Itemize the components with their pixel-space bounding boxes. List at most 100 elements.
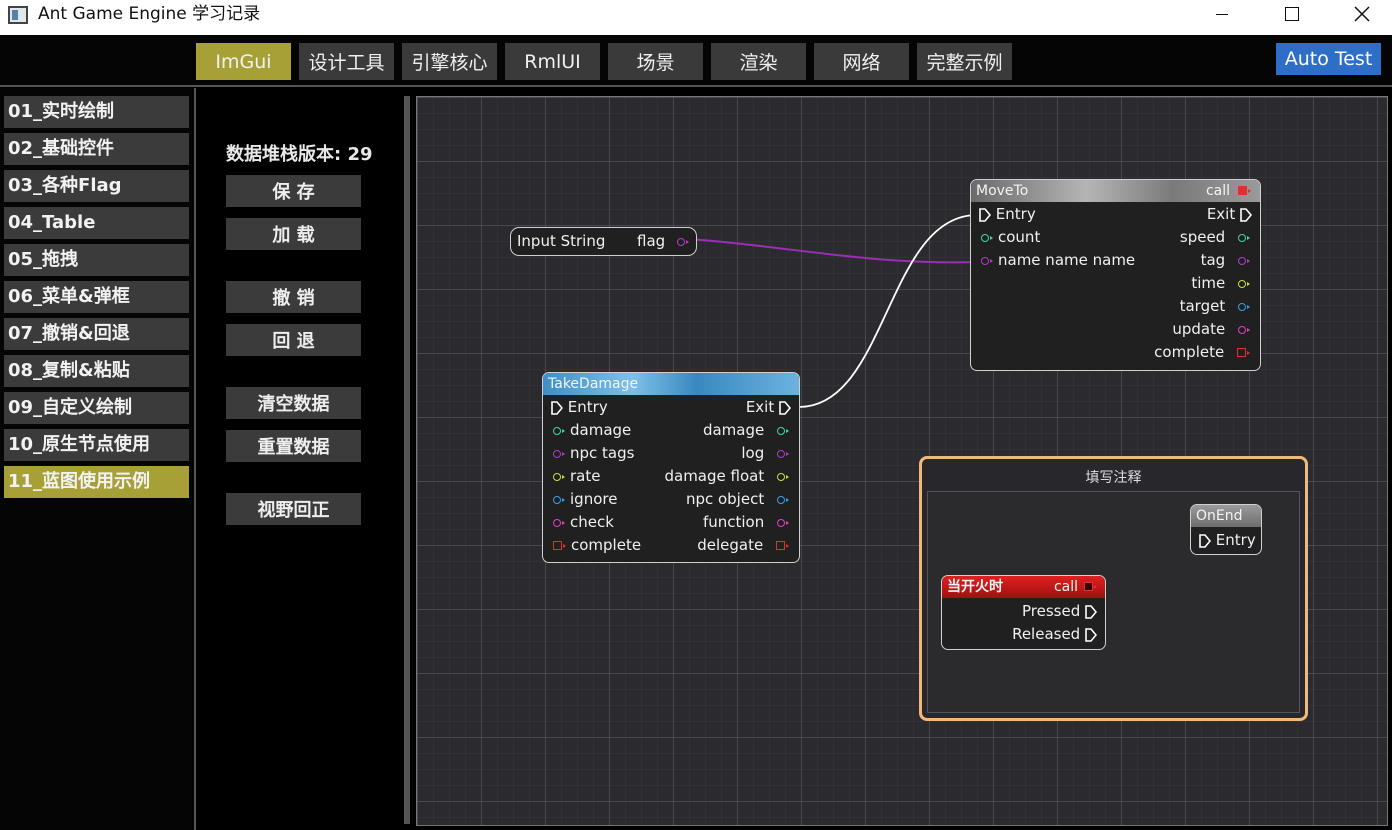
td-damage-in-pin-icon[interactable]: [553, 426, 565, 435]
sidebar-item-basic-controls[interactable]: 02_基础控件: [4, 133, 189, 165]
td-log-pin-icon[interactable]: [777, 449, 789, 458]
td-ignore-pin-icon[interactable]: [553, 495, 565, 504]
td-rate-pin-icon[interactable]: [553, 472, 565, 481]
moveto-name-label: name name name: [998, 251, 1136, 269]
close-button[interactable]: [1332, 0, 1392, 28]
save-button[interactable]: 保 存: [226, 175, 361, 207]
center-view-button[interactable]: 视野回正: [226, 493, 361, 525]
top-tab-bar: ImGui 设计工具 引擎核心 RmlUI 场景 渲染 网络 完整示例 Auto…: [0, 35, 1392, 87]
moveto-count-label: count: [998, 228, 1041, 246]
control-panel: 数据堆栈版本: 29 保 存 加 载 撤 销 回 退 清空数据 重置数据 视野回…: [198, 88, 405, 830]
moveto-tag-label: tag: [1200, 251, 1226, 269]
moveto-tag-pin-icon[interactable]: [1238, 256, 1250, 265]
sidebar-item-copy-paste[interactable]: 08_复制&粘贴: [4, 355, 189, 387]
moveto-speed-pin-icon[interactable]: [1238, 233, 1250, 242]
undo-button[interactable]: 撤 销: [226, 281, 361, 313]
flag-pin-label: flag: [637, 232, 666, 250]
load-button[interactable]: 加 载: [226, 218, 361, 250]
td-exit-row: Exit: [746, 396, 791, 418]
moveto-time-row: time: [1191, 272, 1250, 294]
window-titlebar: Ant Game Engine 学习记录: [0, 0, 1392, 35]
td-ignore-label: ignore: [570, 490, 618, 508]
sidebar-item-drag[interactable]: 05_拖拽: [4, 244, 189, 276]
td-entry-label: Entry: [567, 398, 608, 416]
reset-data-button[interactable]: 重置数据: [226, 430, 361, 462]
sidebar-item-menu-popup[interactable]: 06_菜单&弹框: [4, 281, 189, 313]
sidebar-item-flags[interactable]: 03_各种Flag: [4, 170, 189, 202]
td-rate-label: rate: [570, 467, 601, 485]
sidebar-item-undo-redo[interactable]: 07_撤销&回退: [4, 318, 189, 350]
td-damage-out-pin-icon[interactable]: [777, 426, 789, 435]
td-entry-pin-icon[interactable]: [551, 400, 563, 415]
tab-engine-core[interactable]: 引擎核心: [402, 43, 497, 80]
td-damage-float-pin-icon[interactable]: [777, 472, 789, 481]
td-delegate-pin-icon[interactable]: [776, 541, 789, 550]
td-function-pin-icon[interactable]: [777, 518, 789, 527]
sidebar-item-native-nodes[interactable]: 10_原生节点使用: [4, 429, 189, 461]
moveto-time-pin-icon[interactable]: [1238, 279, 1250, 288]
td-damage-float-label: damage float: [664, 467, 765, 485]
takedamage-title: TakeDamage: [548, 376, 639, 392]
moveto-call-pin-icon[interactable]: [1238, 186, 1251, 195]
moveto-count-row: count: [981, 226, 1040, 248]
moveto-target-pin-icon[interactable]: [1238, 302, 1250, 311]
onfire-call-label: call: [1053, 579, 1078, 595]
moveto-count-pin-icon[interactable]: [981, 233, 993, 242]
td-exit-label: Exit: [745, 398, 775, 416]
td-complete-pin-icon[interactable]: [553, 541, 566, 550]
panel-scrollbar[interactable]: [404, 96, 410, 824]
maximize-button[interactable]: [1262, 0, 1322, 28]
onfire-pressed-pin-icon[interactable]: [1085, 604, 1097, 619]
moveto-update-pin-icon[interactable]: [1238, 325, 1250, 334]
onfire-node[interactable]: 当开火时 call Pressed Released: [941, 575, 1106, 650]
redo-button[interactable]: 回 退: [226, 324, 361, 356]
td-damage-float-row: damage float: [664, 465, 789, 487]
tab-rmlui[interactable]: RmlUI: [505, 43, 600, 80]
td-npc-object-pin-icon[interactable]: [777, 495, 789, 504]
sidebar-item-custom-draw[interactable]: 09_自定义绘制: [4, 392, 189, 424]
moveto-speed-label: speed: [1179, 228, 1226, 246]
sidebar-item-realtime-draw[interactable]: 01_实时绘制: [4, 96, 189, 128]
blueprint-canvas[interactable]: Input String flag MoveTo call Entry coun…: [416, 96, 1388, 826]
td-exit-pin-icon[interactable]: [779, 400, 791, 415]
onfire-call-pin-icon[interactable]: [1084, 582, 1097, 591]
tab-network[interactable]: 网络: [814, 43, 909, 80]
moveto-header: MoveTo call: [971, 180, 1260, 202]
flag-pin-icon[interactable]: [677, 238, 689, 246]
td-damage-out-row: damage: [703, 419, 789, 441]
moveto-complete-pin-icon[interactable]: [1237, 348, 1250, 357]
moveto-target-label: target: [1179, 297, 1226, 315]
sidebar-item-table[interactable]: 04_Table: [4, 207, 189, 239]
tab-full-examples[interactable]: 完整示例: [917, 43, 1012, 80]
window-title: Ant Game Engine 学习记录: [38, 4, 261, 24]
moveto-entry-row: Entry: [979, 203, 1036, 225]
tab-design-tools[interactable]: 设计工具: [299, 43, 394, 80]
onend-entry-pin-icon[interactable]: [1199, 533, 1211, 548]
td-delegate-row: delegate: [697, 534, 789, 556]
moveto-exit-row: Exit: [1207, 203, 1252, 225]
onend-node[interactable]: OnEnd Entry: [1190, 504, 1262, 555]
maximize-icon: [1285, 7, 1299, 21]
moveto-node[interactable]: MoveTo call Entry count name name name E…: [970, 179, 1261, 371]
td-npc-tags-label: npc tags: [570, 444, 635, 462]
moveto-name-pin-icon[interactable]: [981, 256, 993, 265]
sidebar-item-blueprint-example[interactable]: 11_蓝图使用示例: [4, 466, 189, 498]
tab-render[interactable]: 渲染: [711, 43, 806, 80]
td-check-pin-icon[interactable]: [553, 518, 565, 527]
auto-test-button[interactable]: Auto Test: [1276, 43, 1381, 75]
td-function-label: function: [702, 513, 765, 531]
input-string-node[interactable]: Input String flag: [510, 227, 697, 256]
moveto-entry-pin-icon[interactable]: [979, 207, 991, 222]
moveto-time-label: time: [1191, 274, 1226, 292]
td-log-row: log: [741, 442, 789, 464]
tab-imgui[interactable]: ImGui: [196, 43, 291, 80]
takedamage-node[interactable]: TakeDamage Entry damage npc tags rate ig…: [542, 372, 800, 563]
moveto-exit-pin-icon[interactable]: [1240, 207, 1252, 222]
minimize-button[interactable]: [1192, 0, 1252, 28]
td-npc-tags-pin-icon[interactable]: [553, 449, 565, 458]
tab-scene[interactable]: 场景: [608, 43, 703, 80]
onend-entry-row: Entry: [1199, 529, 1256, 551]
clear-data-button[interactable]: 清空数据: [226, 387, 361, 419]
onfire-released-pin-icon[interactable]: [1085, 627, 1097, 642]
sidebar: 01_实时绘制 02_基础控件 03_各种Flag 04_Table 05_拖拽…: [0, 88, 196, 830]
